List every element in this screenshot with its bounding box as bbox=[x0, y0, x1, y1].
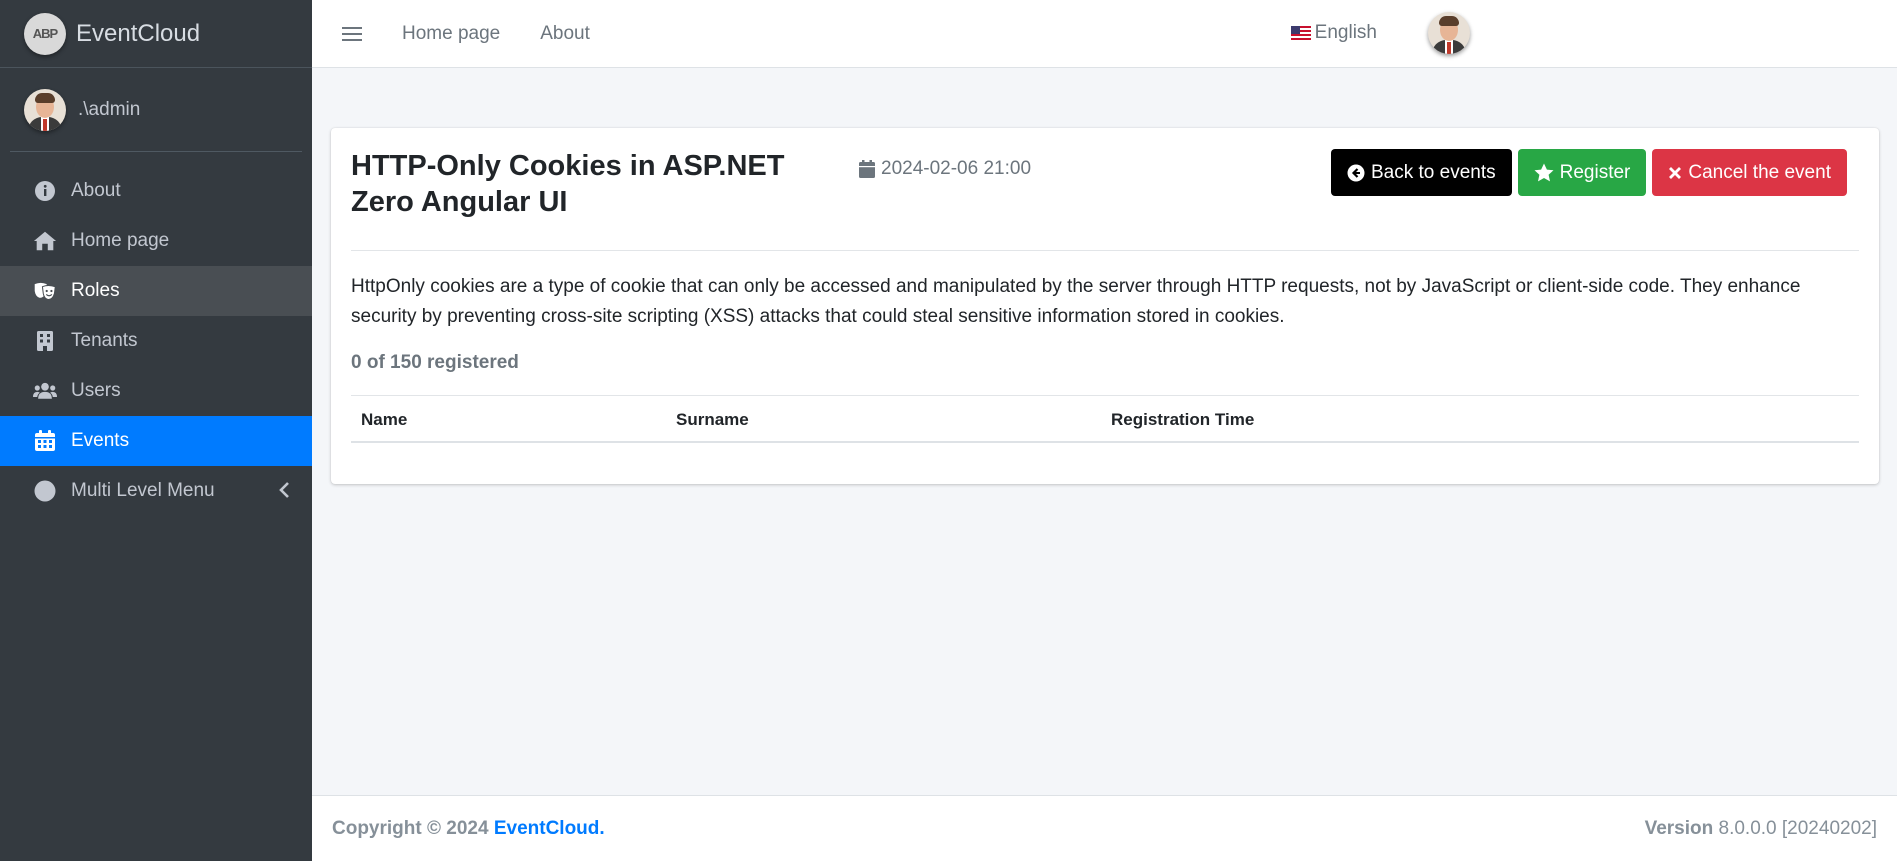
register-button[interactable]: Register bbox=[1517, 149, 1647, 196]
top-link-about[interactable]: About bbox=[540, 23, 590, 45]
footer-brand-link[interactable]: EventCloud bbox=[494, 818, 600, 839]
sidebar-item-label: About bbox=[71, 180, 121, 201]
sidebar-item-label: Multi Level Menu bbox=[71, 480, 215, 501]
brand-name: EventCloud bbox=[76, 19, 201, 47]
column-header-registration-time: Registration Time bbox=[1111, 410, 1255, 429]
sidebar-item-multi-level-menu[interactable]: Multi Level Menu bbox=[0, 466, 312, 516]
sidebar-item-label: Events bbox=[71, 430, 130, 451]
sidebar-item-roles[interactable]: Roles bbox=[0, 266, 312, 316]
user-avatar bbox=[24, 88, 66, 131]
event-title: HTTP-Only Cookies in ASP.NET Zero Angula… bbox=[351, 150, 785, 218]
back-to-events-button[interactable]: Back to events bbox=[1331, 149, 1512, 196]
building-icon bbox=[33, 329, 57, 353]
us-flag-icon bbox=[1290, 26, 1311, 40]
column-header-name: Name bbox=[361, 410, 408, 429]
sidebar-item-events[interactable]: Events bbox=[0, 416, 312, 466]
registrations-table: Name Surname Registration Time bbox=[351, 395, 1859, 443]
sidebar: ABP EventCloud .\admin About Home page R… bbox=[0, 0, 312, 861]
users-icon bbox=[33, 379, 57, 403]
event-date: 2024-02-06 21:00 bbox=[859, 158, 1031, 180]
top-link-home[interactable]: Home page bbox=[402, 23, 500, 45]
sidebar-item-label: Roles bbox=[71, 280, 120, 301]
home-icon bbox=[33, 229, 57, 253]
version-info: Version 8.0.0.0 [20240202] bbox=[1644, 818, 1877, 839]
column-header-surname: Surname bbox=[676, 410, 749, 429]
event-description: HttpOnly cookies are a type of cookie th… bbox=[351, 276, 1801, 327]
event-actions: Back to events Register Cancel the event bbox=[1331, 149, 1847, 196]
sidebar-item-home[interactable]: Home page bbox=[0, 216, 312, 266]
event-date-text: 2024-02-06 21:00 bbox=[881, 158, 1032, 179]
sidebar-item-tenants[interactable]: Tenants bbox=[0, 316, 312, 366]
theater-masks-icon bbox=[33, 279, 57, 303]
copyright: Copyright © 2024 EventCloud. bbox=[332, 818, 605, 839]
cancel-event-button[interactable]: Cancel the event bbox=[1652, 149, 1847, 196]
language-selector[interactable]: English bbox=[1290, 22, 1377, 44]
sidebar-item-label: Tenants bbox=[71, 330, 138, 351]
calendar-icon bbox=[33, 429, 57, 453]
footer: Copyright © 2024 EventCloud. Version 8.0… bbox=[312, 795, 1897, 861]
user-name: .\admin bbox=[78, 98, 141, 120]
circle-icon bbox=[33, 479, 57, 503]
chevron-left-icon bbox=[278, 481, 290, 505]
sidebar-nav: About Home page Roles Tenants Users Even… bbox=[0, 166, 312, 516]
sidebar-item-users[interactable]: Users bbox=[0, 366, 312, 416]
brand-logo: ABP bbox=[24, 12, 66, 55]
language-label: English bbox=[1314, 22, 1377, 43]
user-panel[interactable]: .\admin bbox=[10, 68, 302, 152]
card-divider bbox=[351, 250, 1859, 251]
registration-count: 0 of 150 registered bbox=[351, 352, 519, 373]
menu-toggle-icon[interactable] bbox=[342, 23, 362, 45]
sidebar-item-label: Users bbox=[71, 380, 121, 401]
top-user-avatar[interactable] bbox=[1428, 12, 1470, 54]
top-navbar: Home page About English bbox=[312, 0, 1897, 68]
calendar-icon bbox=[859, 160, 875, 178]
info-circle-icon bbox=[33, 179, 57, 203]
event-card: HTTP-Only Cookies in ASP.NET Zero Angula… bbox=[331, 128, 1879, 484]
times-icon bbox=[1668, 166, 1682, 180]
brand-link[interactable]: ABP EventCloud bbox=[0, 0, 312, 68]
star-icon bbox=[1534, 163, 1554, 182]
sidebar-item-about[interactable]: About bbox=[0, 166, 312, 216]
arrow-circle-left-icon bbox=[1347, 164, 1365, 182]
sidebar-item-label: Home page bbox=[71, 230, 170, 251]
